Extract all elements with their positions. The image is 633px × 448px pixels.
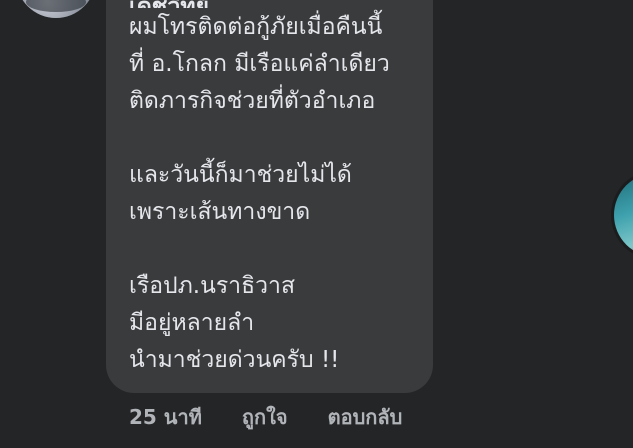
comment-line: ผมโทรติดต่อกู้ภัยเมื่อคืนนี้ (129, 14, 383, 40)
comment-line: นำมาช่วยด่วนครับ !! (129, 347, 340, 373)
comment-author-name[interactable]: เดชวิทย์ (129, 0, 209, 8)
comment-bubble: เดชวิทย์ ผมโทรติดต่อกู้ภัยเมื่อคืนนี้ ที… (106, 0, 433, 393)
side-avatar[interactable] (611, 170, 633, 260)
comment-actions: 25 นาที ถูกใจ ตอบกลับ (129, 402, 402, 432)
side-avatar-photo (614, 173, 633, 257)
comment-line: มีอยู่หลายลำ (129, 310, 255, 336)
comment-thread: เดชวิทย์ ผมโทรติดต่อกู้ภัยเมื่อคืนนี้ ที… (0, 0, 633, 448)
avatar-photo-shade (26, 0, 86, 12)
comment-line: เพราะเส้นทางขาด (129, 199, 311, 225)
reply-button[interactable]: ตอบกลับ (328, 401, 403, 433)
comment-timestamp[interactable]: 25 นาที (129, 401, 202, 433)
comment-text: ผมโทรติดต่อกู้ภัยเมื่อคืนนี้ ที่ อ.โกลก … (129, 9, 429, 379)
comment-line: ที่ อ.โกลก มีเรือแค่ลำเดียว (129, 51, 390, 77)
commenter-avatar[interactable] (16, 0, 96, 18)
comment-line: และวันนี้ก็มาช่วยไม่ได้ (129, 162, 352, 188)
comment-line: ติดภารกิจช่วยที่ตัวอำเภอ (129, 88, 376, 114)
comment-line: เรือปภ.นราธิวาส (129, 273, 295, 299)
like-button[interactable]: ถูกใจ (242, 401, 288, 433)
